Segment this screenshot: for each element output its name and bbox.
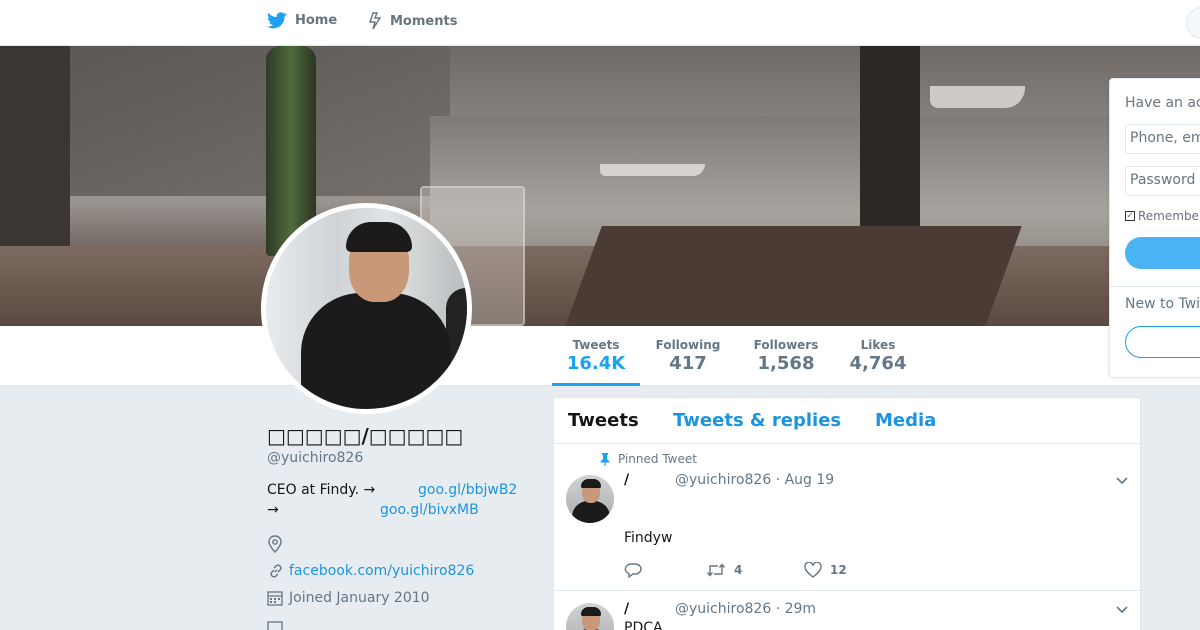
- login-heading: Have an ac: [1125, 95, 1200, 111]
- joined-date: Joined January 2010: [289, 590, 430, 606]
- pin-icon: [600, 452, 610, 466]
- profile-handle[interactable]: @yuichiro826: [267, 450, 363, 466]
- chevron-down-icon[interactable]: [1114, 472, 1130, 488]
- tab-tweets[interactable]: Tweets: [568, 410, 639, 431]
- stat-label: Followers: [753, 338, 819, 352]
- retweet-icon: [706, 562, 726, 578]
- tweet-item[interactable]: Pinned Tweet / @yuichiro826 · Aug 19 Fin…: [554, 444, 1140, 591]
- tweet-avatar[interactable]: [566, 475, 614, 523]
- stat-following[interactable]: Following 417: [648, 338, 728, 374]
- like-button[interactable]: 12: [804, 562, 847, 578]
- retweet-count: 4: [734, 563, 743, 577]
- stat-value: 4,764: [849, 353, 907, 374]
- reply-icon: [624, 562, 642, 578]
- profile-joined: Joined January 2010: [267, 590, 430, 606]
- chevron-down-icon[interactable]: [1114, 601, 1130, 617]
- photos-videos-link[interactable]: [267, 620, 289, 630]
- twitter-bird-icon: [267, 12, 287, 29]
- like-count: 12: [830, 563, 847, 577]
- stat-value: 1,568: [757, 353, 815, 374]
- stat-tweets[interactable]: Tweets 16.4K: [552, 338, 640, 374]
- tweet-actions: 4 12: [624, 562, 924, 582]
- tweet-item[interactable]: / @yuichiro826 · 29m PDCA: [554, 591, 1140, 630]
- tweet-text: Findyw: [624, 530, 673, 546]
- login-card: Have an ac Phone, em Password ✓ Remember…: [1109, 78, 1200, 378]
- stat-value: 417: [669, 353, 707, 374]
- tweets-timeline: Tweets Tweets & replies Media Pinned Twe…: [553, 397, 1141, 630]
- pinned-tweet-label: Pinned Tweet: [600, 452, 697, 466]
- reply-button[interactable]: [624, 562, 650, 578]
- stat-label: Following: [655, 338, 721, 352]
- nav-moments-label: Moments: [390, 13, 458, 29]
- bio-link[interactable]: goo.gl/bivxMB: [380, 502, 479, 518]
- profile-banner-image: [0, 46, 1200, 326]
- nav-moments[interactable]: Moments: [368, 12, 457, 30]
- password-input[interactable]: Password: [1125, 166, 1200, 196]
- stat-likes[interactable]: Likes 4,764: [840, 338, 916, 374]
- top-navigation: Home Moments: [0, 0, 1200, 46]
- signup-heading: New to Twi: [1125, 296, 1200, 312]
- phone-email-input[interactable]: Phone, em: [1125, 124, 1200, 154]
- tweet-author-meta[interactable]: @yuichiro826 · Aug 19: [675, 472, 834, 488]
- signup-button[interactable]: [1125, 326, 1200, 358]
- lightning-icon: [368, 12, 382, 30]
- link-icon: [267, 562, 287, 580]
- tab-tweets-replies[interactable]: Tweets & replies: [673, 410, 841, 431]
- pinned-text: Pinned Tweet: [618, 452, 697, 466]
- stat-label: Tweets: [572, 338, 620, 352]
- tweet-author-name[interactable]: /: [624, 472, 629, 488]
- bio-link[interactable]: goo.gl/bbjwB2: [418, 482, 517, 498]
- stat-label: Likes: [860, 338, 896, 352]
- nav-home-label: Home: [295, 13, 338, 28]
- stat-followers[interactable]: Followers 1,568: [746, 338, 826, 374]
- calendar-icon: [267, 590, 287, 606]
- photo-icon: [267, 620, 287, 630]
- active-tab-indicator: [552, 383, 640, 386]
- profile-stats-bar: Tweets 16.4K Following 417 Followers 1,5…: [0, 326, 1200, 386]
- tweet-author-name[interactable]: /: [624, 601, 629, 617]
- website-link[interactable]: facebook.com/yuichiro826: [289, 563, 474, 579]
- checkbox-icon[interactable]: ✓: [1125, 211, 1135, 221]
- tweet-text: PDCA: [624, 620, 663, 630]
- tab-media[interactable]: Media: [875, 410, 936, 431]
- tweet-avatar[interactable]: [566, 603, 614, 630]
- profile-name: □□□□□/□□□□□: [267, 424, 464, 448]
- search-input[interactable]: [1186, 7, 1200, 39]
- remember-label: Remember: [1138, 209, 1200, 223]
- timeline-tabs: Tweets Tweets & replies Media: [554, 398, 1140, 444]
- heart-icon: [804, 562, 822, 578]
- stat-value: 16.4K: [566, 353, 626, 374]
- profile-location: [267, 535, 289, 553]
- profile-website[interactable]: facebook.com/yuichiro826: [267, 562, 474, 580]
- login-button[interactable]: [1125, 237, 1200, 269]
- nav-home[interactable]: Home: [267, 12, 337, 29]
- retweet-button[interactable]: 4: [706, 562, 742, 578]
- profile-avatar[interactable]: [261, 203, 472, 414]
- remember-me-checkbox[interactable]: ✓ Remember: [1125, 209, 1200, 223]
- tweet-author-meta[interactable]: @yuichiro826 · 29m: [675, 601, 816, 617]
- divider: [1110, 286, 1200, 287]
- location-pin-icon: [267, 535, 287, 553]
